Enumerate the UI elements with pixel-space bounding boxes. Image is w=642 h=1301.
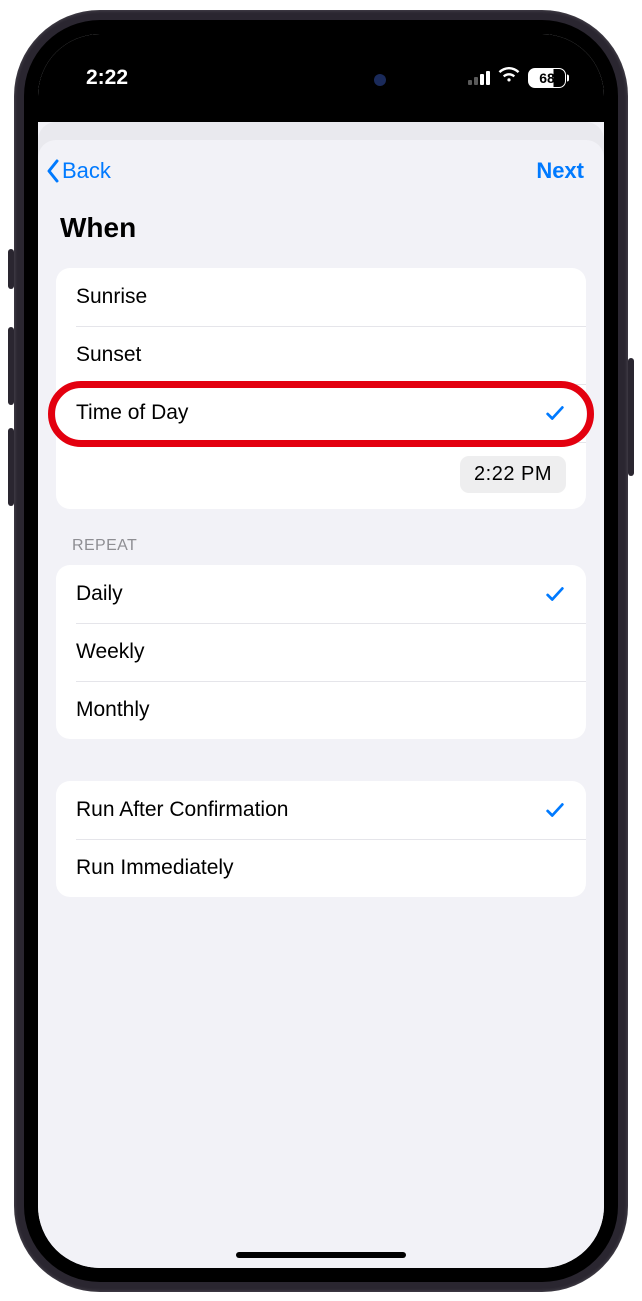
option-label: Monthly [76, 698, 150, 722]
checkmark-icon [544, 799, 566, 821]
option-sunrise[interactable]: Sunrise [56, 268, 586, 326]
dynamic-island [246, 59, 396, 101]
option-run-immediately[interactable]: Run Immediately [56, 839, 586, 897]
wifi-icon [498, 67, 520, 89]
cellular-signal-icon [468, 71, 490, 85]
back-button[interactable]: Back [46, 158, 111, 184]
repeat-options-group: Daily Weekly Monthly [56, 565, 586, 739]
next-label: Next [536, 158, 584, 183]
option-time-of-day[interactable]: Time of Day [56, 384, 586, 442]
run-options-group: Run After Confirmation Run Immediately [56, 781, 586, 897]
home-indicator[interactable] [236, 1252, 406, 1258]
option-sunset[interactable]: Sunset [56, 326, 586, 384]
option-monthly[interactable]: Monthly [56, 681, 586, 739]
option-label: Sunrise [76, 285, 147, 309]
chevron-left-icon [46, 159, 60, 183]
back-label: Back [62, 158, 111, 184]
option-label: Weekly [76, 640, 144, 664]
page-title: When [38, 196, 604, 250]
repeat-section-header: REPEAT [38, 509, 604, 555]
option-label: Time of Day [76, 401, 188, 425]
option-label: Daily [76, 582, 123, 606]
device-body: 2:22 68 [14, 10, 628, 1292]
screen: 2:22 68 [38, 34, 604, 1268]
checkmark-icon [544, 402, 566, 424]
device-bezel: 2:22 68 [24, 20, 618, 1282]
modal-sheet: Back Next When Sunrise Sunset [38, 140, 604, 1268]
battery-indicator: 68 [528, 68, 566, 88]
option-weekly[interactable]: Weekly [56, 623, 586, 681]
battery-level: 68 [539, 70, 555, 86]
when-options-group: Sunrise Sunset Time of Day 2:22 P [56, 268, 586, 509]
navigation-bar: Back Next [38, 140, 604, 196]
option-label: Sunset [76, 343, 141, 367]
option-run-after-confirmation[interactable]: Run After Confirmation [56, 781, 586, 839]
time-picker-row[interactable]: 2:22 PM [56, 442, 586, 509]
option-daily[interactable]: Daily [56, 565, 586, 623]
time-value-pill[interactable]: 2:22 PM [460, 456, 566, 493]
status-time: 2:22 [86, 66, 128, 90]
option-label: Run After Confirmation [76, 798, 288, 822]
next-button[interactable]: Next [536, 158, 584, 184]
camera-dot-icon [374, 74, 386, 86]
power-button [628, 358, 634, 476]
checkmark-icon [544, 583, 566, 605]
option-label: Run Immediately [76, 856, 234, 880]
device-frame: 2:22 68 [0, 0, 642, 1301]
